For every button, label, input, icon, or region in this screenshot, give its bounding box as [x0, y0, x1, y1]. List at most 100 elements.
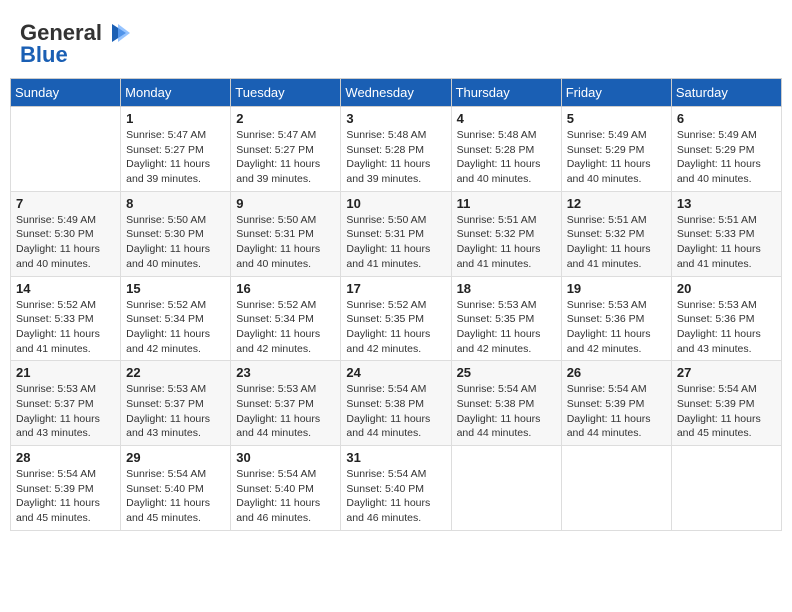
- sun-info: Sunrise: 5:51 AMSunset: 5:32 PMDaylight:…: [567, 213, 666, 272]
- week-row-5: 28 Sunrise: 5:54 AMSunset: 5:39 PMDayligh…: [11, 446, 782, 531]
- sun-info: Sunrise: 5:53 AMSunset: 5:37 PMDaylight:…: [16, 382, 115, 441]
- weekday-header-friday: Friday: [561, 79, 671, 107]
- day-number: 18: [457, 281, 556, 296]
- day-number: 14: [16, 281, 115, 296]
- calendar-cell: 8Sunrise: 5:50 AMSunset: 5:30 PMDaylight…: [121, 191, 231, 276]
- weekday-header-saturday: Saturday: [671, 79, 781, 107]
- day-number: 12: [567, 196, 666, 211]
- calendar-cell: 12 Sunrise: 5:51 AMSunset: 5:32 PMDayligh…: [561, 191, 671, 276]
- day-number: 27: [677, 365, 776, 380]
- calendar-cell: 14Sunrise: 5:52 AMSunset: 5:33 PMDayligh…: [11, 276, 121, 361]
- sun-info: Sunrise: 5:54 AMSunset: 5:39 PMDaylight:…: [677, 382, 776, 441]
- calendar-cell: 13 Sunrise: 5:51 AMSunset: 5:33 PMDayligh…: [671, 191, 781, 276]
- page-header: General Blue: [10, 10, 782, 73]
- calendar-cell: 4Sunrise: 5:48 AMSunset: 5:28 PMDaylight…: [451, 107, 561, 192]
- calendar-cell: 17 Sunrise: 5:52 AMSunset: 5:35 PMDayligh…: [341, 276, 451, 361]
- day-number: 25: [457, 365, 556, 380]
- sun-info: Sunrise: 5:54 AMSunset: 5:40 PMDaylight:…: [236, 467, 335, 526]
- sun-info: Sunrise: 5:50 AMSunset: 5:31 PMDaylight:…: [236, 213, 335, 272]
- day-number: 3: [346, 111, 445, 126]
- day-number: 28: [16, 450, 115, 465]
- sun-info: Sunrise: 5:54 AMSunset: 5:39 PMDaylight:…: [567, 382, 666, 441]
- day-number: 5: [567, 111, 666, 126]
- day-number: 26: [567, 365, 666, 380]
- sun-info: Sunrise: 5:54 AMSunset: 5:38 PMDaylight:…: [346, 382, 445, 441]
- calendar-cell: [671, 446, 781, 531]
- calendar-cell: 2 Sunrise: 5:47 AMSunset: 5:27 PMDaylight…: [231, 107, 341, 192]
- sun-info: Sunrise: 5:53 AMSunset: 5:36 PMDaylight:…: [567, 298, 666, 357]
- sun-info: Sunrise: 5:52 AMSunset: 5:34 PMDaylight:…: [236, 298, 335, 357]
- week-row-4: 21 Sunrise: 5:53 AMSunset: 5:37 PMDayligh…: [11, 361, 782, 446]
- weekday-header-sunday: Sunday: [11, 79, 121, 107]
- sun-info: Sunrise: 5:54 AMSunset: 5:38 PMDaylight:…: [457, 382, 556, 441]
- day-number: 29: [126, 450, 225, 465]
- calendar-cell: 15 Sunrise: 5:52 AMSunset: 5:34 PMDayligh…: [121, 276, 231, 361]
- calendar-cell: 31 Sunrise: 5:54 AMSunset: 5:40 PMDayligh…: [341, 446, 451, 531]
- calendar-cell: 21 Sunrise: 5:53 AMSunset: 5:37 PMDayligh…: [11, 361, 121, 446]
- sun-info: Sunrise: 5:50 AMSunset: 5:31 PMDaylight:…: [346, 213, 445, 272]
- calendar-cell: 19 Sunrise: 5:53 AMSunset: 5:36 PMDayligh…: [561, 276, 671, 361]
- calendar-cell: 7Sunrise: 5:49 AMSunset: 5:30 PMDaylight…: [11, 191, 121, 276]
- calendar-cell: 30 Sunrise: 5:54 AMSunset: 5:40 PMDayligh…: [231, 446, 341, 531]
- sun-info: Sunrise: 5:51 AMSunset: 5:32 PMDaylight:…: [457, 213, 556, 272]
- day-number: 7: [16, 196, 115, 211]
- calendar-cell: 9Sunrise: 5:50 AMSunset: 5:31 PMDaylight…: [231, 191, 341, 276]
- calendar-cell: 3 Sunrise: 5:48 AMSunset: 5:28 PMDaylight…: [341, 107, 451, 192]
- calendar-cell: 1 Sunrise: 5:47 AMSunset: 5:27 PMDaylight…: [121, 107, 231, 192]
- sun-info: Sunrise: 5:53 AMSunset: 5:37 PMDaylight:…: [126, 382, 225, 441]
- day-number: 19: [567, 281, 666, 296]
- sun-info: Sunrise: 5:51 AMSunset: 5:33 PMDaylight:…: [677, 213, 776, 272]
- sun-info: Sunrise: 5:53 AMSunset: 5:37 PMDaylight:…: [236, 382, 335, 441]
- day-number: 22: [126, 365, 225, 380]
- calendar-cell: 20 Sunrise: 5:53 AMSunset: 5:36 PMDayligh…: [671, 276, 781, 361]
- sun-info: Sunrise: 5:52 AMSunset: 5:34 PMDaylight:…: [126, 298, 225, 357]
- weekday-header-thursday: Thursday: [451, 79, 561, 107]
- sun-info: Sunrise: 5:49 AMSunset: 5:29 PMDaylight:…: [677, 128, 776, 187]
- calendar-cell: [451, 446, 561, 531]
- weekday-header-wednesday: Wednesday: [341, 79, 451, 107]
- day-number: 11: [457, 196, 556, 211]
- calendar-cell: 22 Sunrise: 5:53 AMSunset: 5:37 PMDayligh…: [121, 361, 231, 446]
- sun-info: Sunrise: 5:48 AMSunset: 5:28 PMDaylight:…: [346, 128, 445, 187]
- day-number: 1: [126, 111, 225, 126]
- calendar-cell: 16Sunrise: 5:52 AMSunset: 5:34 PMDayligh…: [231, 276, 341, 361]
- sun-info: Sunrise: 5:49 AMSunset: 5:29 PMDaylight:…: [567, 128, 666, 187]
- logo: General Blue: [20, 20, 130, 68]
- sun-info: Sunrise: 5:53 AMSunset: 5:35 PMDaylight:…: [457, 298, 556, 357]
- calendar-cell: [561, 446, 671, 531]
- calendar-cell: 24Sunrise: 5:54 AMSunset: 5:38 PMDayligh…: [341, 361, 451, 446]
- calendar-cell: 6 Sunrise: 5:49 AMSunset: 5:29 PMDaylight…: [671, 107, 781, 192]
- calendar-table: SundayMondayTuesdayWednesdayThursdayFrid…: [10, 78, 782, 531]
- sun-info: Sunrise: 5:54 AMSunset: 5:39 PMDaylight:…: [16, 467, 115, 526]
- day-number: 4: [457, 111, 556, 126]
- calendar-cell: 5 Sunrise: 5:49 AMSunset: 5:29 PMDaylight…: [561, 107, 671, 192]
- day-number: 6: [677, 111, 776, 126]
- calendar-cell: 23 Sunrise: 5:53 AMSunset: 5:37 PMDayligh…: [231, 361, 341, 446]
- calendar-cell: 27 Sunrise: 5:54 AMSunset: 5:39 PMDayligh…: [671, 361, 781, 446]
- weekday-header-tuesday: Tuesday: [231, 79, 341, 107]
- sun-info: Sunrise: 5:54 AMSunset: 5:40 PMDaylight:…: [126, 467, 225, 526]
- day-number: 13: [677, 196, 776, 211]
- day-number: 23: [236, 365, 335, 380]
- week-row-1: 1 Sunrise: 5:47 AMSunset: 5:27 PMDaylight…: [11, 107, 782, 192]
- sun-info: Sunrise: 5:47 AMSunset: 5:27 PMDaylight:…: [236, 128, 335, 187]
- calendar-cell: 11 Sunrise: 5:51 AMSunset: 5:32 PMDayligh…: [451, 191, 561, 276]
- day-number: 20: [677, 281, 776, 296]
- sun-info: Sunrise: 5:53 AMSunset: 5:36 PMDaylight:…: [677, 298, 776, 357]
- day-number: 31: [346, 450, 445, 465]
- day-number: 15: [126, 281, 225, 296]
- day-number: 21: [16, 365, 115, 380]
- calendar-cell: [11, 107, 121, 192]
- day-number: 8: [126, 196, 225, 211]
- day-number: 2: [236, 111, 335, 126]
- weekday-header-row: SundayMondayTuesdayWednesdayThursdayFrid…: [11, 79, 782, 107]
- sun-info: Sunrise: 5:47 AMSunset: 5:27 PMDaylight:…: [126, 128, 225, 187]
- week-row-3: 14Sunrise: 5:52 AMSunset: 5:33 PMDayligh…: [11, 276, 782, 361]
- calendar-cell: 25 Sunrise: 5:54 AMSunset: 5:38 PMDayligh…: [451, 361, 561, 446]
- day-number: 30: [236, 450, 335, 465]
- calendar-cell: 18 Sunrise: 5:53 AMSunset: 5:35 PMDayligh…: [451, 276, 561, 361]
- sun-info: Sunrise: 5:54 AMSunset: 5:40 PMDaylight:…: [346, 467, 445, 526]
- day-number: 17: [346, 281, 445, 296]
- logo-icon: [104, 20, 130, 46]
- sun-info: Sunrise: 5:52 AMSunset: 5:35 PMDaylight:…: [346, 298, 445, 357]
